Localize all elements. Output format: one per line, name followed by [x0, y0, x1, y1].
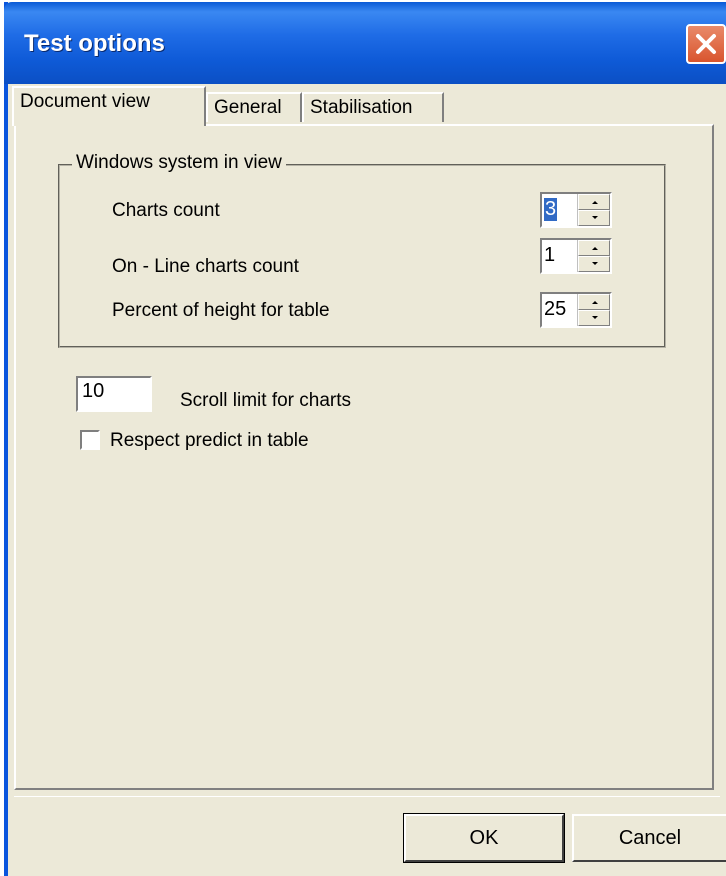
percent-height-spinner[interactable]: 25 [540, 292, 612, 328]
respect-predict-checkbox[interactable] [80, 430, 100, 450]
scroll-limit-label: Scroll limit for charts [180, 390, 352, 411]
cancel-button[interactable]: Cancel [572, 814, 726, 862]
charts-count-spinner[interactable]: 3 [540, 192, 612, 228]
percent-height-label: Percent of height for table [112, 300, 330, 321]
window-title: Test options [24, 30, 165, 57]
online-charts-count-decrement[interactable] [578, 256, 610, 272]
arrow-up-icon [592, 201, 598, 204]
charts-count-label: Charts count [112, 200, 220, 221]
tab-general[interactable]: General [206, 92, 302, 122]
title-bar[interactable]: Test options [4, 2, 726, 84]
charts-count-value[interactable]: 3 [544, 198, 558, 221]
percent-height-decrement[interactable] [578, 310, 610, 326]
percent-height-increment[interactable] [578, 294, 610, 310]
online-charts-count-label: On - Line charts count [112, 256, 299, 277]
respect-predict-label[interactable]: Respect predict in table [110, 430, 309, 452]
online-charts-count-increment[interactable] [578, 240, 610, 256]
tab-stabilisation[interactable]: Stabilisation [302, 92, 444, 122]
charts-count-decrement[interactable] [578, 210, 610, 226]
groupbox-legend: Windows system in view [72, 152, 286, 174]
tab-stabilisation-label: Stabilisation [310, 97, 413, 118]
tab-general-label: General [214, 97, 282, 118]
percent-height-value[interactable]: 25 [544, 298, 566, 321]
arrow-up-icon [592, 301, 598, 304]
tab-document-view-label: Document view [20, 91, 150, 112]
tab-document-view[interactable]: Document view [12, 86, 206, 126]
close-button[interactable] [686, 24, 726, 64]
scroll-limit-input[interactable]: 10 [76, 376, 152, 412]
arrow-down-icon [592, 316, 598, 319]
footer-divider [14, 796, 720, 797]
arrow-down-icon [592, 216, 598, 219]
charts-count-increment[interactable] [578, 194, 610, 210]
online-charts-count-spinner[interactable]: 1 [540, 238, 612, 274]
ok-button[interactable]: OK [403, 813, 565, 863]
arrow-up-icon [592, 247, 598, 250]
online-charts-count-value[interactable]: 1 [544, 244, 555, 267]
close-icon [696, 34, 716, 54]
arrow-down-icon [592, 262, 598, 265]
